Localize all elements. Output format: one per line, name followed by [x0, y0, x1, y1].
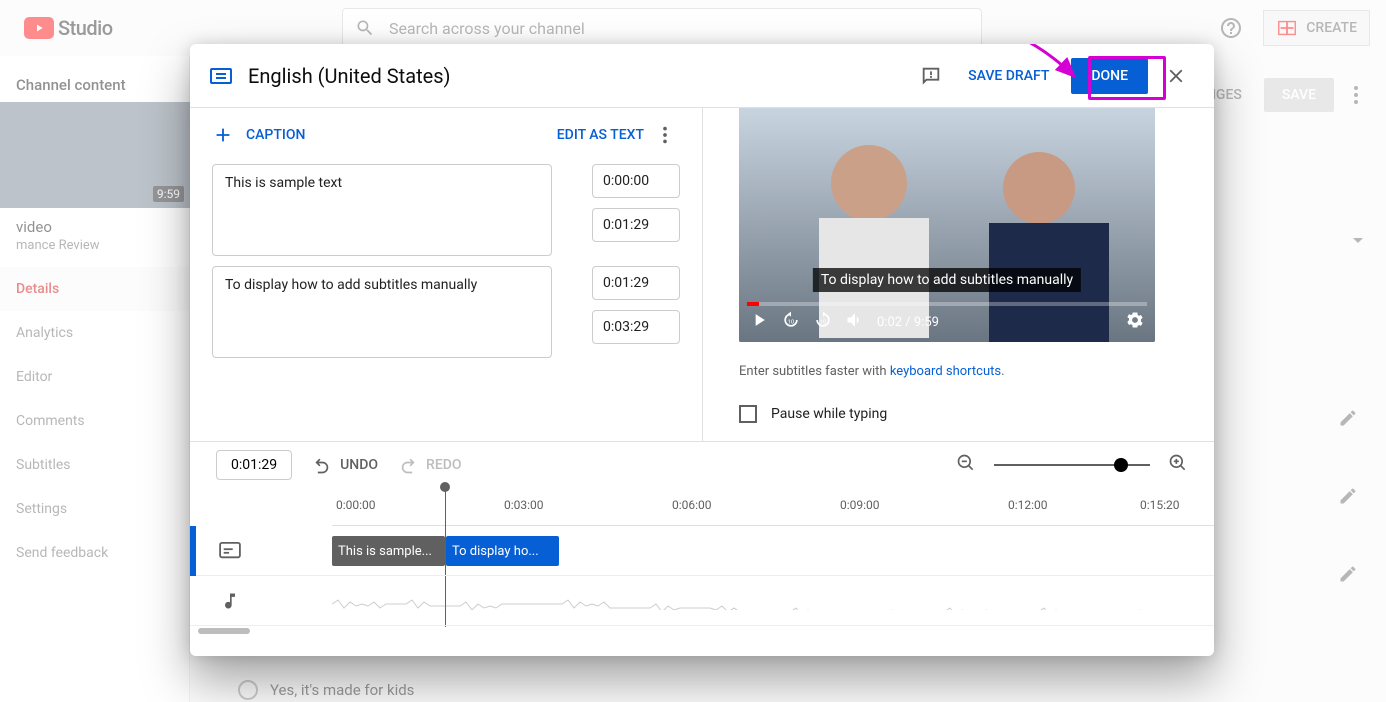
caption-text-input[interactable]	[212, 164, 552, 256]
zoom-in-icon[interactable]	[1168, 453, 1188, 477]
svg-text:10: 10	[788, 319, 795, 325]
timeline-current-time[interactable]: 0:01:29	[216, 450, 292, 480]
undo-button[interactable]: UNDO	[312, 455, 378, 475]
caption-overlay: To display how to add subtitles manually	[813, 268, 1081, 292]
subtitle-editor-modal: English (United States) SAVE DRAFT DONE …	[190, 44, 1214, 656]
save-draft-button[interactable]: SAVE DRAFT	[968, 68, 1049, 84]
caption-start-time[interactable]: 0:01:29	[592, 266, 680, 300]
redo-icon	[398, 455, 418, 475]
plus-icon	[212, 124, 234, 146]
edit-as-text-button[interactable]: EDIT AS TEXT	[557, 127, 644, 143]
waveform	[332, 598, 1192, 610]
done-button[interactable]: DONE	[1071, 58, 1148, 94]
redo-button: REDO	[398, 455, 462, 475]
pause-while-typing-checkbox[interactable]	[739, 405, 757, 423]
caption-start-time[interactable]: 0:00:00	[592, 164, 680, 198]
caption-end-time[interactable]: 0:01:29	[592, 208, 680, 242]
svg-text:10: 10	[820, 319, 827, 325]
modal-title: English (United States)	[248, 64, 918, 88]
shortcuts-hint: Enter subtitles faster with keyboard sho…	[739, 364, 1192, 379]
caption-clip[interactable]: To display ho...	[446, 536, 559, 566]
settings-gear-icon[interactable]	[1125, 310, 1145, 334]
add-caption-button[interactable]: CAPTION	[212, 124, 305, 146]
audio-track-icon	[210, 581, 250, 621]
zoom-out-icon[interactable]	[956, 453, 976, 477]
cc-icon	[210, 68, 232, 84]
video-time: 0:02 / 9:59	[877, 315, 939, 330]
more-options-icon[interactable]	[650, 120, 680, 150]
caption-text-input[interactable]	[212, 266, 552, 358]
keyboard-shortcuts-link[interactable]: keyboard shortcuts	[890, 364, 1001, 379]
close-icon[interactable]	[1158, 58, 1194, 94]
caption-clip[interactable]: This is sample...	[332, 536, 445, 566]
captions-track-icon	[210, 531, 250, 571]
caption-end-time[interactable]: 0:03:29	[592, 310, 680, 344]
undo-icon	[312, 455, 332, 475]
zoom-slider[interactable]	[994, 464, 1150, 466]
video-preview[interactable]: To display how to add subtitles manually…	[739, 108, 1155, 342]
timeline-scrollbar[interactable]	[198, 626, 1214, 636]
play-icon[interactable]	[749, 310, 769, 334]
timeline-ruler[interactable]: 0:00:00 0:03:00 0:06:00 0:09:00 0:12:00 …	[332, 488, 1214, 526]
pause-while-typing-label: Pause while typing	[771, 406, 887, 422]
volume-icon[interactable]	[845, 310, 865, 334]
report-icon[interactable]	[918, 63, 944, 89]
rewind-10-icon[interactable]: 10	[781, 310, 801, 334]
forward-10-icon[interactable]: 10	[813, 310, 833, 334]
